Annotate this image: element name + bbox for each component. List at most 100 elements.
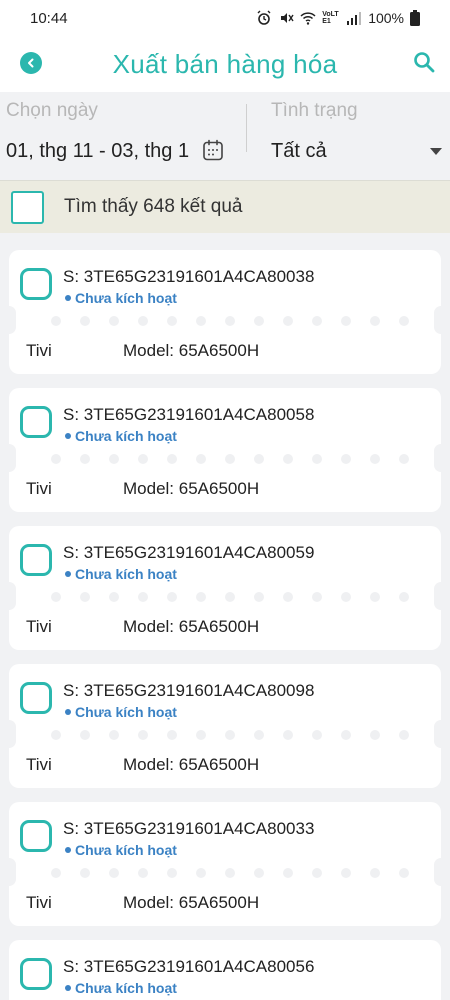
ticket-notch	[2, 444, 16, 472]
separator-dot	[167, 316, 177, 326]
separator-dot	[283, 868, 293, 878]
select-all-checkbox[interactable]	[11, 190, 44, 224]
product-card[interactable]: S: 3TE65G23191601A4CA80056 Chưa kích hoạ…	[9, 940, 441, 1000]
item-checkbox[interactable]	[20, 820, 52, 852]
status-text: Chưa kích hoạt	[75, 428, 177, 444]
status-dot-icon	[65, 985, 71, 991]
separator-dot	[225, 592, 235, 602]
serial-number: S: 3TE65G23191601A4CA80056	[63, 957, 315, 976]
date-filter[interactable]: Chọn ngày 01, thg 11 - 03, thg 1	[6, 100, 242, 170]
product-model: Model: 65A6500H	[123, 479, 260, 498]
separator-dot	[51, 592, 61, 602]
item-checkbox[interactable]	[20, 544, 52, 576]
separator-dot	[138, 730, 148, 740]
separator-dot	[51, 868, 61, 878]
separator-dot	[399, 868, 409, 878]
product-card[interactable]: S: 3TE65G23191601A4CA80058 Chưa kích hoạ…	[2, 388, 448, 512]
serial-number: S: 3TE65G23191601A4CA80098	[63, 681, 315, 700]
battery-percent: 100%	[368, 10, 404, 26]
status-dot-icon	[65, 709, 71, 715]
separator-dot	[138, 868, 148, 878]
status-text: Chưa kích hoạt	[75, 290, 177, 306]
separator-dot	[312, 454, 322, 464]
activation-status: Chưa kích hoạt	[65, 566, 177, 582]
search-icon[interactable]	[412, 50, 436, 74]
separator-dot	[254, 730, 264, 740]
ticket-notch	[434, 582, 448, 610]
activation-status: Chưa kích hoạt	[65, 842, 177, 858]
separator-dot	[370, 454, 380, 464]
separator-dot	[370, 730, 380, 740]
separator-dot	[254, 868, 264, 878]
separator-dot	[370, 868, 380, 878]
separator-dot	[399, 730, 409, 740]
signal-icon	[347, 12, 362, 25]
separator-dot	[341, 592, 351, 602]
status-text: Chưa kích hoạt	[75, 842, 177, 858]
separator-dot	[312, 868, 322, 878]
product-card[interactable]: S: 3TE65G23191601A4CA80059 Chưa kích hoạ…	[2, 526, 448, 650]
item-checkbox[interactable]	[20, 682, 52, 714]
item-checkbox[interactable]	[20, 268, 52, 300]
separator-dot	[225, 730, 235, 740]
product-category: Tivi	[26, 893, 52, 912]
status-text: Chưa kích hoạt	[75, 704, 177, 720]
separator-dot	[109, 592, 119, 602]
separator-dot	[196, 592, 206, 602]
status-text: Chưa kích hoạt	[75, 566, 177, 582]
alarm-icon	[257, 10, 271, 25]
dropdown-arrow-icon[interactable]	[430, 148, 442, 155]
separator-dot	[80, 868, 90, 878]
product-card[interactable]: S: 3TE65G23191601A4CA80038 Chưa kích hoạ…	[2, 250, 448, 374]
back-arrow-icon	[28, 58, 34, 68]
product-category: Tivi	[26, 341, 52, 360]
status-dot-icon	[65, 847, 71, 853]
calendar-icon[interactable]	[201, 138, 225, 162]
dotted-separator	[51, 730, 409, 740]
product-card[interactable]: S: 3TE65G23191601A4CA80033 Chưa kích hoạ…	[2, 802, 448, 926]
separator-dot	[51, 730, 61, 740]
activation-status: Chưa kích hoạt	[65, 704, 177, 720]
status-filter-value: Tất cả	[271, 140, 327, 162]
serial-number: S: 3TE65G23191601A4CA80038	[63, 267, 315, 286]
separator-dot	[167, 454, 177, 464]
separator-dot	[312, 730, 322, 740]
status-filter[interactable]: Tình trạng Tất cả	[271, 100, 446, 170]
item-checkbox[interactable]	[20, 958, 52, 990]
separator-dot	[254, 316, 264, 326]
separator-dot	[109, 868, 119, 878]
status-icons: VoLTE1 100%	[256, 10, 420, 26]
page-title: Xuất bán hàng hóa	[112, 48, 338, 79]
separator-dot	[167, 730, 177, 740]
separator-dot	[283, 730, 293, 740]
result-bar: Tìm thấy 648 kết quả	[0, 180, 450, 233]
separator-dot	[399, 454, 409, 464]
separator-dot	[283, 592, 293, 602]
separator-dot	[80, 454, 90, 464]
status-dot-icon	[65, 295, 71, 301]
ticket-notch	[2, 858, 16, 886]
product-category: Tivi	[26, 617, 52, 636]
separator-dot	[399, 592, 409, 602]
separator-dot	[167, 592, 177, 602]
separator-dot	[225, 868, 235, 878]
network-label: VoLTE1	[322, 11, 339, 25]
ticket-notch	[434, 858, 448, 886]
dotted-separator	[51, 592, 409, 602]
status-text: Chưa kích hoạt	[75, 980, 177, 996]
separator-dot	[341, 316, 351, 326]
back-button[interactable]	[20, 52, 42, 74]
dotted-separator	[51, 454, 409, 464]
ticket-notch	[434, 444, 448, 472]
date-filter-label: Chọn ngày	[6, 100, 98, 121]
separator-dot	[196, 316, 206, 326]
separator-dot	[370, 316, 380, 326]
separator-dot	[51, 454, 61, 464]
product-card[interactable]: S: 3TE65G23191601A4CA80098 Chưa kích hoạ…	[2, 664, 448, 788]
separator-dot	[109, 730, 119, 740]
product-model: Model: 65A6500H	[123, 617, 260, 636]
product-model: Model: 65A6500H	[123, 341, 260, 360]
item-checkbox[interactable]	[20, 406, 52, 438]
date-filter-value: 01, thg 11 - 03, thg 1	[6, 140, 190, 162]
filter-bar: Chọn ngày 01, thg 11 - 03, thg 1 Tình tr…	[0, 92, 450, 180]
